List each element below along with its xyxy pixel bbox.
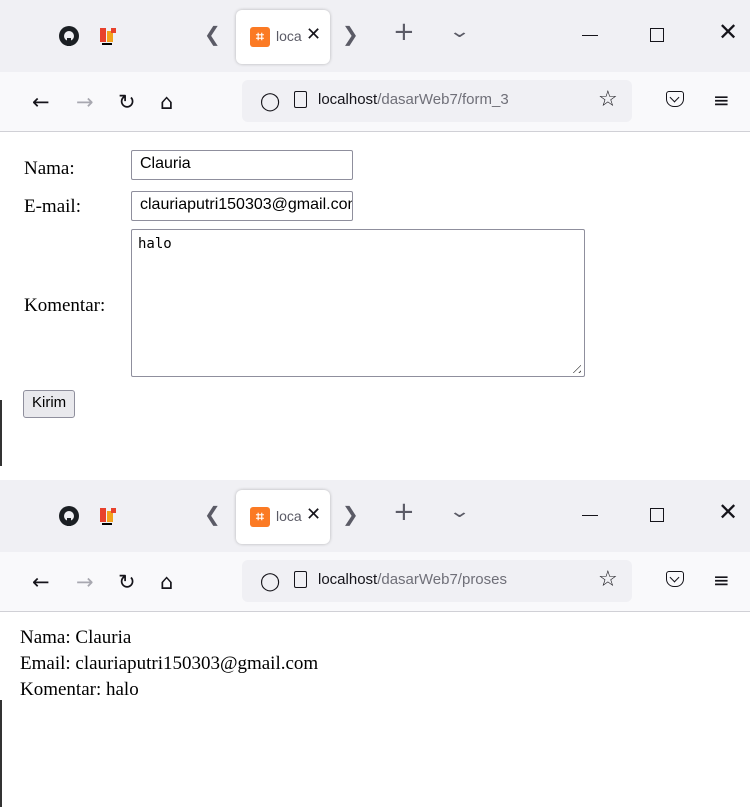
komentar-label: Komentar:	[24, 295, 106, 316]
url-path: /dasarWeb7/form_3	[377, 91, 509, 108]
forward-icon[interactable]: →	[76, 90, 94, 114]
tab-title: loca	[276, 28, 302, 44]
tab-strip: ❮ ⌗ loca ✕ ❯ + ⌄ ✕	[0, 0, 750, 72]
result-nama: Nama: Clauria	[20, 627, 132, 648]
tabs-scroll-left-icon[interactable]: ❮	[204, 502, 221, 526]
nama-input[interactable]: Clauria	[131, 150, 353, 180]
url-host: localhost	[318, 91, 378, 108]
pocket-icon[interactable]	[666, 91, 684, 107]
shield-icon[interactable]: ◯	[260, 571, 280, 592]
github-icon[interactable]	[55, 22, 83, 50]
minimize-icon[interactable]	[582, 35, 598, 36]
jetbrains-icon[interactable]	[95, 502, 123, 530]
email-label: E-mail:	[24, 196, 81, 217]
url-text[interactable]: localhost/dasarWeb7/proses	[318, 571, 588, 588]
page-info-icon[interactable]	[294, 91, 307, 108]
window-edge	[0, 700, 2, 807]
email-input[interactable]: clauriaputri150303@gmail.com	[131, 191, 353, 221]
back-icon[interactable]: ←	[32, 90, 50, 114]
shield-icon[interactable]: ◯	[260, 91, 280, 112]
list-tabs-icon[interactable]: ⌄	[448, 21, 471, 42]
nama-label: Nama:	[24, 158, 75, 179]
back-icon[interactable]: ←	[32, 570, 50, 594]
tab-strip: ❮ ⌗ loca ✕ ❯ + ⌄ ✕	[0, 480, 750, 552]
window-close-icon[interactable]: ✕	[718, 498, 738, 526]
jetbrains-icon[interactable]	[95, 22, 123, 50]
home-icon[interactable]: ⌂	[160, 570, 173, 594]
home-icon[interactable]: ⌂	[160, 90, 173, 114]
tabs-scroll-left-icon[interactable]: ❮	[204, 22, 221, 46]
forward-icon[interactable]: →	[76, 570, 94, 594]
tabs-scroll-right-icon[interactable]: ❯	[342, 502, 359, 526]
url-path: /dasarWeb7/proses	[377, 571, 507, 588]
bookmark-star-icon[interactable]: ☆	[598, 87, 618, 112]
result-email: Email: clauriaputri150303@gmail.com	[20, 653, 319, 674]
github-icon[interactable]	[55, 502, 83, 530]
menu-icon[interactable]: ≡	[713, 568, 730, 592]
url-host: localhost	[318, 571, 378, 588]
pocket-icon[interactable]	[666, 571, 684, 587]
komentar-textarea[interactable]: halo	[131, 229, 585, 377]
nav-toolbar: ← → ↻ ⌂ ◯ localhost/dasarWeb7/proses ☆ ≡	[0, 552, 750, 612]
bookmark-star-icon[interactable]: ☆	[598, 567, 618, 592]
url-bar[interactable]: ◯ localhost/dasarWeb7/form_3 ☆	[242, 80, 632, 122]
minimize-icon[interactable]	[582, 515, 598, 516]
komentar-text: halo	[138, 236, 172, 252]
nav-toolbar: ← → ↻ ⌂ ◯ localhost/dasarWeb7/form_3 ☆ ≡	[0, 72, 750, 132]
menu-icon[interactable]: ≡	[713, 88, 730, 112]
xampp-icon: ⌗	[250, 27, 270, 47]
tab-title: loca	[276, 508, 302, 524]
xampp-icon: ⌗	[250, 507, 270, 527]
window-edge	[0, 400, 2, 466]
maximize-icon[interactable]	[650, 28, 664, 42]
resize-handle[interactable]	[569, 361, 581, 373]
page-info-icon[interactable]	[294, 571, 307, 588]
browser-window-form: ❮ ⌗ loca ✕ ❯ + ⌄ ✕ ← → ↻ ⌂ ◯ localhost/d…	[0, 0, 750, 470]
tab-active[interactable]: ⌗ loca ✕	[236, 10, 330, 64]
new-tab-icon[interactable]: +	[393, 497, 415, 527]
result-komentar: Komentar: halo	[20, 679, 139, 700]
list-tabs-icon[interactable]: ⌄	[448, 501, 471, 522]
url-text[interactable]: localhost/dasarWeb7/form_3	[318, 91, 588, 108]
reload-icon[interactable]: ↻	[118, 90, 136, 114]
tabs-scroll-right-icon[interactable]: ❯	[342, 22, 359, 46]
browser-window-result: ❮ ⌗ loca ✕ ❯ + ⌄ ✕ ← → ↻ ⌂ ◯ localhost/d…	[0, 480, 750, 807]
tab-close-icon[interactable]: ✕	[306, 504, 321, 525]
tab-close-icon[interactable]: ✕	[306, 24, 321, 45]
kirim-button[interactable]: Kirim	[23, 390, 76, 418]
url-bar[interactable]: ◯ localhost/dasarWeb7/proses ☆	[242, 560, 632, 602]
window-close-icon[interactable]: ✕	[718, 18, 738, 46]
new-tab-icon[interactable]: +	[393, 17, 415, 47]
tab-active[interactable]: ⌗ loca ✕	[236, 490, 330, 544]
maximize-icon[interactable]	[650, 508, 664, 522]
reload-icon[interactable]: ↻	[118, 570, 136, 594]
